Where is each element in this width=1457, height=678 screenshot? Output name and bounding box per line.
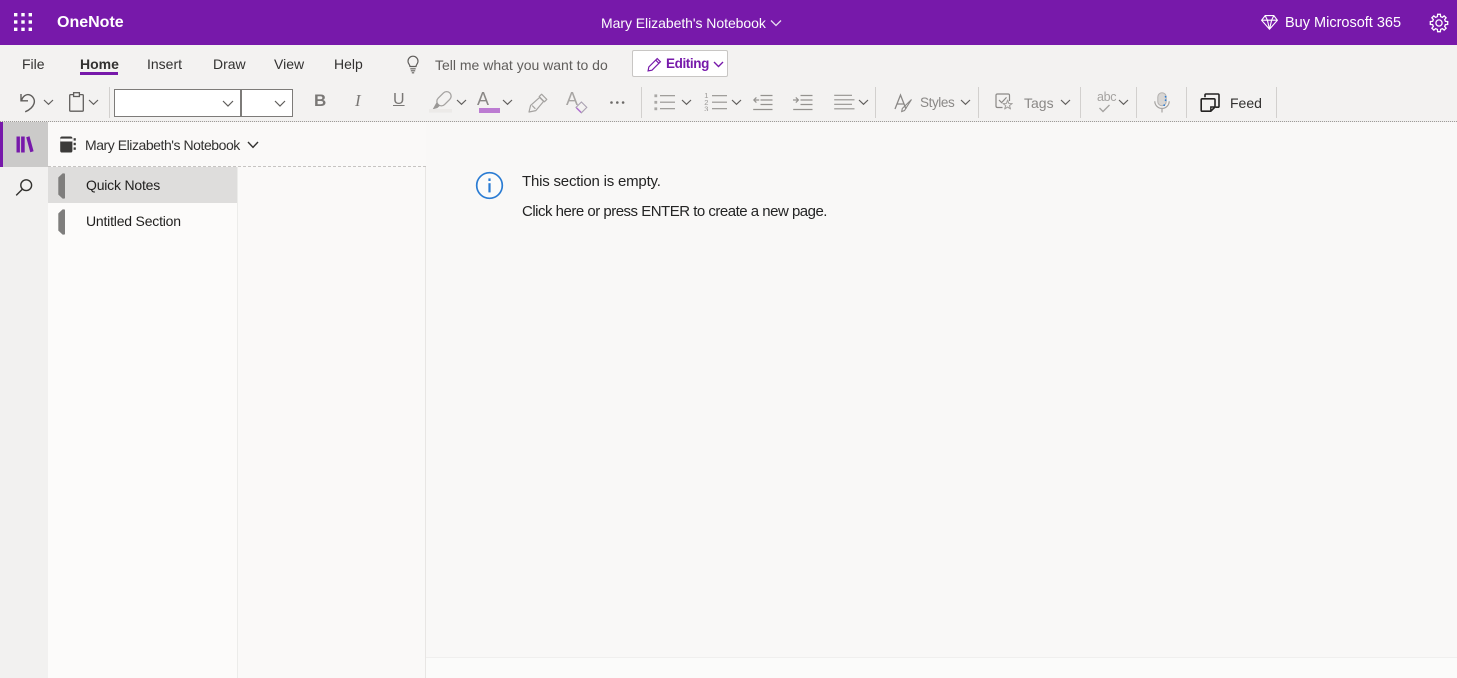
svg-text:3: 3 — [704, 104, 708, 111]
